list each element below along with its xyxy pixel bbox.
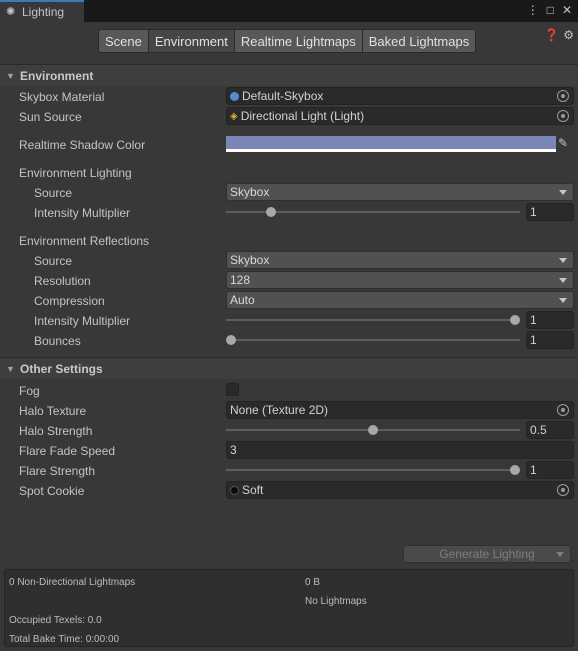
lightbulb-icon: ✺ [6, 6, 16, 18]
shadow-color-swatch[interactable] [226, 136, 556, 152]
skybox-material-field[interactable]: Default-Skybox [226, 87, 574, 105]
env-reflections-source-label: Source [34, 254, 73, 268]
foldout-arrow-icon: ▼ [6, 70, 15, 81]
skybox-material-label: Skybox Material [19, 90, 105, 104]
flare-strength-label: Flare Strength [19, 464, 96, 478]
chevron-down-icon[interactable] [556, 552, 564, 557]
close-icon[interactable]: ✕ [562, 3, 572, 17]
environment-section-header[interactable]: ▼ Environment [0, 64, 578, 86]
texture-icon [230, 485, 239, 495]
flare-fade-speed-input[interactable]: 3 [226, 441, 574, 459]
help-icon[interactable]: ❓ [544, 28, 559, 42]
resolution-dropdown[interactable]: 128 [226, 271, 574, 289]
chevron-down-icon [559, 190, 567, 195]
dropdown-value: Auto [230, 293, 255, 307]
slider-thumb[interactable] [510, 315, 520, 325]
lighting-tab[interactable]: ✺ Lighting [0, 0, 84, 22]
maximize-icon[interactable]: □ [547, 3, 554, 17]
eyedropper-icon[interactable]: ✎ [558, 136, 574, 152]
section-title: Other Settings [20, 361, 103, 376]
spot-cookie-field[interactable]: Soft [226, 481, 574, 499]
tab-baked-lightmaps[interactable]: Baked Lightmaps [361, 29, 477, 53]
material-icon [230, 91, 239, 101]
halo-strength-input[interactable]: 0.5 [526, 421, 574, 439]
object-picker-icon[interactable] [557, 404, 569, 416]
env-lighting-intensity-label: Intensity Multiplier [34, 206, 131, 220]
occupied-texels: Occupied Texels: 0.0 [9, 615, 102, 626]
tab-environment[interactable]: Environment [147, 29, 234, 53]
generate-lighting-button[interactable]: Generate Lighting [403, 545, 571, 563]
spot-cookie-label: Spot Cookie [19, 484, 85, 498]
halo-texture-field[interactable]: None (Texture 2D) [226, 401, 574, 419]
environment-lighting-label: Environment Lighting [19, 166, 132, 180]
lightmap-count: 0 Non-Directional Lightmaps [9, 577, 136, 588]
flare-strength-slider[interactable] [226, 469, 520, 471]
env-lighting-source-label: Source [34, 186, 73, 200]
foldout-arrow-icon: ▼ [6, 363, 15, 374]
chevron-down-icon [559, 258, 567, 263]
window-titlebar: ✺ Lighting ⋮ □ ✕ [0, 0, 578, 22]
dropdown-value: 128 [230, 273, 251, 287]
fog-checkbox[interactable] [226, 383, 239, 396]
resolution-label: Resolution [34, 274, 91, 288]
lighting-subtabs: Scene Environment Realtime Lightmaps Bak… [98, 29, 477, 53]
fog-label: Fog [19, 384, 40, 398]
object-picker-icon[interactable] [557, 484, 569, 496]
tab-realtime-lightmaps[interactable]: Realtime Lightmaps [233, 29, 362, 53]
bounces-input[interactable]: 1 [526, 331, 574, 349]
skybox-material-value: Default-Skybox [242, 89, 324, 103]
slider-thumb[interactable] [265, 207, 276, 217]
shadow-color-label: Realtime Shadow Color [19, 138, 146, 152]
flare-strength-input[interactable]: 1 [526, 461, 574, 479]
env-lighting-source-dropdown[interactable]: Skybox [226, 183, 574, 201]
env-reflections-source-dropdown[interactable]: Skybox [226, 251, 574, 269]
halo-strength-label: Halo Strength [19, 424, 93, 438]
gear-icon[interactable]: ⚙ [563, 28, 574, 42]
bounces-label: Bounces [34, 334, 81, 348]
compression-dropdown[interactable]: Auto [226, 291, 574, 309]
chevron-down-icon [559, 278, 567, 283]
total-bake-time: Total Bake Time: 0:00:00 [9, 634, 120, 645]
slider-thumb[interactable] [510, 465, 520, 475]
environment-reflections-label: Environment Reflections [19, 234, 150, 248]
env-reflections-intensity-input[interactable]: 1 [526, 311, 574, 329]
slider-thumb[interactable] [368, 425, 378, 435]
chevron-down-icon [559, 298, 567, 303]
generate-lighting-label: Generate Lighting [439, 547, 535, 561]
flare-fade-speed-label: Flare Fade Speed [19, 444, 116, 458]
slider-thumb[interactable] [226, 335, 236, 345]
lightmap-size: 0 B [305, 577, 321, 588]
dropdown-value: Skybox [230, 185, 270, 199]
flare-fade-speed-value: 3 [230, 443, 237, 457]
more-menu-icon[interactable]: ⋮ [527, 3, 539, 17]
lightmap-stats-panel: 0 Non-Directional Lightmaps 0 B No Light… [4, 569, 574, 647]
dropdown-value: Skybox [230, 253, 270, 267]
sun-source-label: Sun Source [19, 110, 82, 124]
env-reflections-intensity-label: Intensity Multiplier [34, 314, 131, 328]
spot-cookie-value: Soft [242, 483, 264, 497]
sun-source-field[interactable]: ◈ Directional Light (Light) [226, 107, 574, 125]
halo-texture-label: Halo Texture [19, 404, 87, 418]
no-lightmaps-text: No Lightmaps [305, 596, 367, 607]
tab-scene[interactable]: Scene [98, 29, 148, 53]
object-picker-icon[interactable] [557, 90, 569, 102]
sun-source-value: Directional Light (Light) [240, 109, 365, 123]
object-picker-icon[interactable] [557, 110, 569, 122]
other-settings-section-header[interactable]: ▼ Other Settings [0, 357, 578, 379]
bounces-slider[interactable] [226, 339, 520, 341]
tab-title: Lighting [22, 5, 65, 19]
env-reflections-intensity-slider[interactable] [226, 319, 520, 321]
env-lighting-intensity-input[interactable]: 1 [526, 203, 574, 221]
light-icon: ◈ [230, 110, 238, 122]
halo-texture-value: None (Texture 2D) [230, 403, 329, 417]
compression-label: Compression [34, 294, 105, 308]
section-title: Environment [20, 68, 94, 83]
